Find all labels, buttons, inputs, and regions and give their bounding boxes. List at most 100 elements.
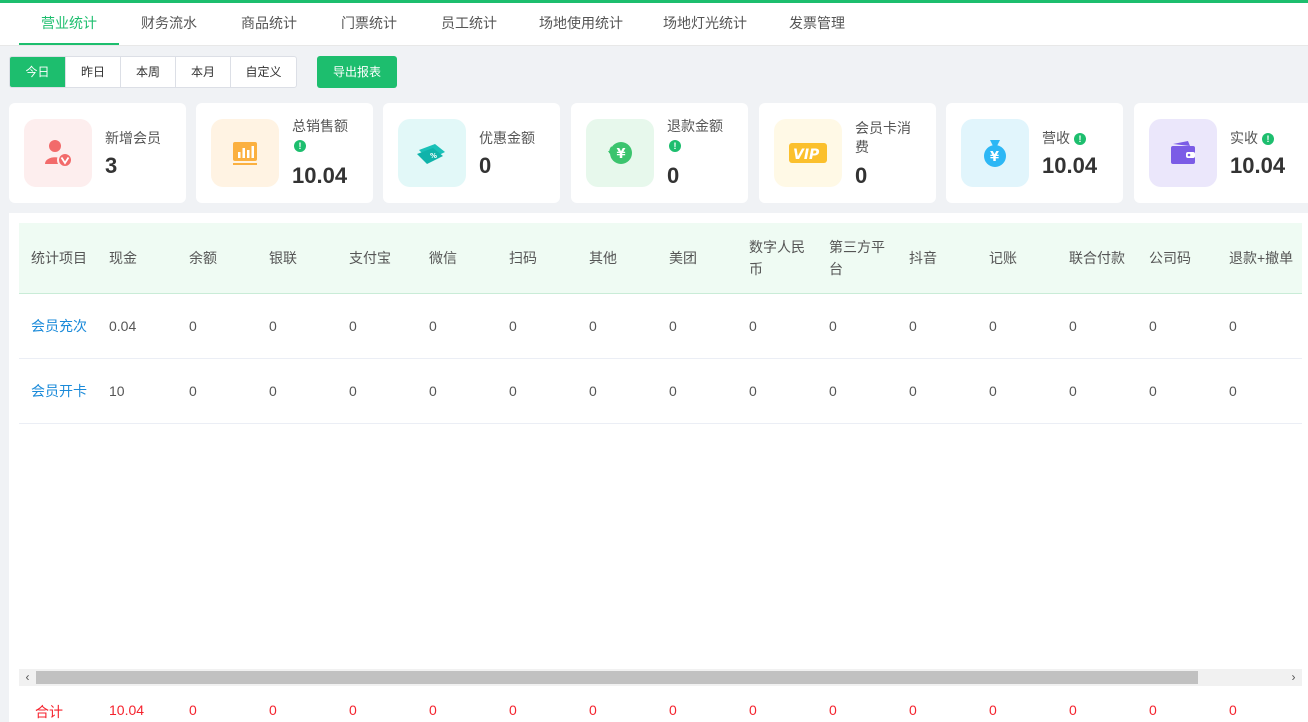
row-item-link[interactable]: 会员开卡 [19,359,87,423]
card-value: 10.04 [1230,153,1286,178]
filter-this-week-button[interactable]: 本周 [120,57,175,87]
column-header: 第三方平台 [829,239,885,277]
tab-finance-flow[interactable]: 财务流水 [129,3,209,45]
column-header: 退款+撤单 [1229,250,1294,266]
table-header: 统计项目 现金 余额 银联 支付宝 微信 扫码 其他 美团 数字人民币 第三方平… [19,223,1302,294]
table-cell: 0 [1229,318,1237,334]
wallet-icon [1149,119,1217,187]
table-cell: 0 [589,383,597,399]
column-header: 扫码 [509,250,537,266]
total-cell: 0 [669,702,677,718]
total-label: 合计 [35,704,63,720]
vip-card-icon: VIP [774,119,842,187]
table-cell: 0 [669,318,677,334]
column-header: 记账 [989,250,1017,266]
column-header: 抖音 [909,250,937,266]
column-header: 现金 [109,250,137,266]
table-cell: 0 [1069,383,1077,399]
total-cell: 0 [349,702,357,718]
card-new-members: 新增会员 3 [9,103,186,203]
table-cell: 0 [1149,318,1157,334]
column-header: 美团 [669,250,697,266]
column-header: 数字人民币 [749,239,805,277]
tab-business-stats[interactable]: 营业统计 [19,3,119,45]
total-cell: 0 [989,702,997,718]
row-item-link[interactable]: 会员充次 [19,294,87,358]
refund-yen-icon: ¥ [586,119,654,187]
info-icon[interactable]: ! [1262,133,1274,145]
tab-venue-light-stats[interactable]: 场地灯光统计 [653,3,757,45]
table-cell: 0 [189,318,197,334]
column-header: 公司码 [1149,250,1191,266]
svg-text:¥: ¥ [617,147,626,162]
card-label: 实收! [1230,129,1300,148]
filter-yesterday-button[interactable]: 昨日 [65,57,120,87]
card-label: 总销售额! [292,118,348,152]
table-cell: 0 [1069,318,1077,334]
svg-text:¥: ¥ [990,150,999,165]
card-total-sales: 总销售额! 10.04 [196,103,373,203]
column-header: 余额 [189,250,217,266]
svg-text:%: % [430,152,437,160]
total-cell: 0 [1229,702,1237,718]
tab-venue-usage-stats[interactable]: 场地使用统计 [529,3,633,45]
filter-this-month-button[interactable]: 本月 [175,57,230,87]
card-label: 退款金额! [667,118,723,152]
column-header: 银联 [269,250,297,266]
table-cell: 0 [429,318,437,334]
sales-chart-icon [211,119,279,187]
total-cell: 0 [749,702,757,718]
column-header: 支付宝 [349,250,391,266]
total-cell: 0 [189,702,197,718]
scroll-left-icon[interactable]: ‹ [19,669,36,686]
table-cell: 0 [349,383,357,399]
table-cell: 0.04 [109,318,137,334]
card-label: 会员卡消费 [855,120,911,155]
card-refund-amount: ¥ 退款金额! 0 [571,103,748,203]
horizontal-scrollbar[interactable]: ‹ › [19,669,1302,686]
total-cell: 0 [1069,702,1077,718]
table-cell: 0 [989,318,997,334]
filter-custom-button[interactable]: 自定义 [230,57,296,87]
scroll-right-icon[interactable]: › [1285,669,1302,686]
card-value: 0 [855,163,868,188]
stats-table-panel: 统计项目 现金 余额 银联 支付宝 微信 扫码 其他 美团 数字人民币 第三方平… [9,213,1308,722]
table-cell: 0 [669,383,677,399]
table-cell: 0 [829,383,837,399]
table-cell: 0 [909,383,917,399]
table-total-row: 合计 10.04 0 0 0 0 0 0 0 0 0 0 0 0 0 0 [19,698,1302,722]
tab-goods-stats[interactable]: 商品统计 [229,3,309,45]
table-cell: 0 [589,318,597,334]
total-cell: 0 [829,702,837,718]
member-icon [24,119,92,187]
total-cell: 0 [429,702,437,718]
table-cell: 10 [109,383,125,399]
tab-staff-stats[interactable]: 员工统计 [429,3,509,45]
card-value: 0 [667,163,680,188]
total-cell: 0 [589,702,597,718]
table-cell: 0 [509,383,517,399]
table-cell: 0 [749,383,757,399]
tab-invoice-management[interactable]: 发票管理 [777,3,857,45]
table-row: 会员开卡 10 0 0 0 0 0 0 0 0 0 0 0 0 0 0 [19,359,1302,424]
info-icon[interactable]: ! [669,140,681,152]
column-header: 联合付款 [1069,250,1125,266]
table-row: 会员充次 0.04 0 0 0 0 0 0 0 0 0 0 0 0 0 0 [19,294,1302,359]
table-cell: 0 [429,383,437,399]
info-icon[interactable]: ! [1074,133,1086,145]
table-cell: 0 [1149,383,1157,399]
card-member-card-consumption: VIP 会员卡消费 0 [759,103,936,203]
card-value: 0 [479,153,492,178]
card-value: 3 [105,153,118,178]
info-icon[interactable]: ! [294,140,306,152]
scrollbar-thumb[interactable] [36,671,1198,684]
total-cell: 0 [509,702,517,718]
svg-text:VIP: VIP [793,147,820,163]
total-cell: 0 [909,702,917,718]
export-report-button[interactable]: 导出报表 [317,56,397,88]
table-cell: 0 [829,318,837,334]
tab-ticket-stats[interactable]: 门票统计 [329,3,409,45]
filter-today-button[interactable]: 今日 [10,57,65,87]
discount-coupon-icon: % [398,119,466,187]
tab-bar: 营业统计 财务流水 商品统计 门票统计 员工统计 场地使用统计 场地灯光统计 发… [0,3,1308,46]
